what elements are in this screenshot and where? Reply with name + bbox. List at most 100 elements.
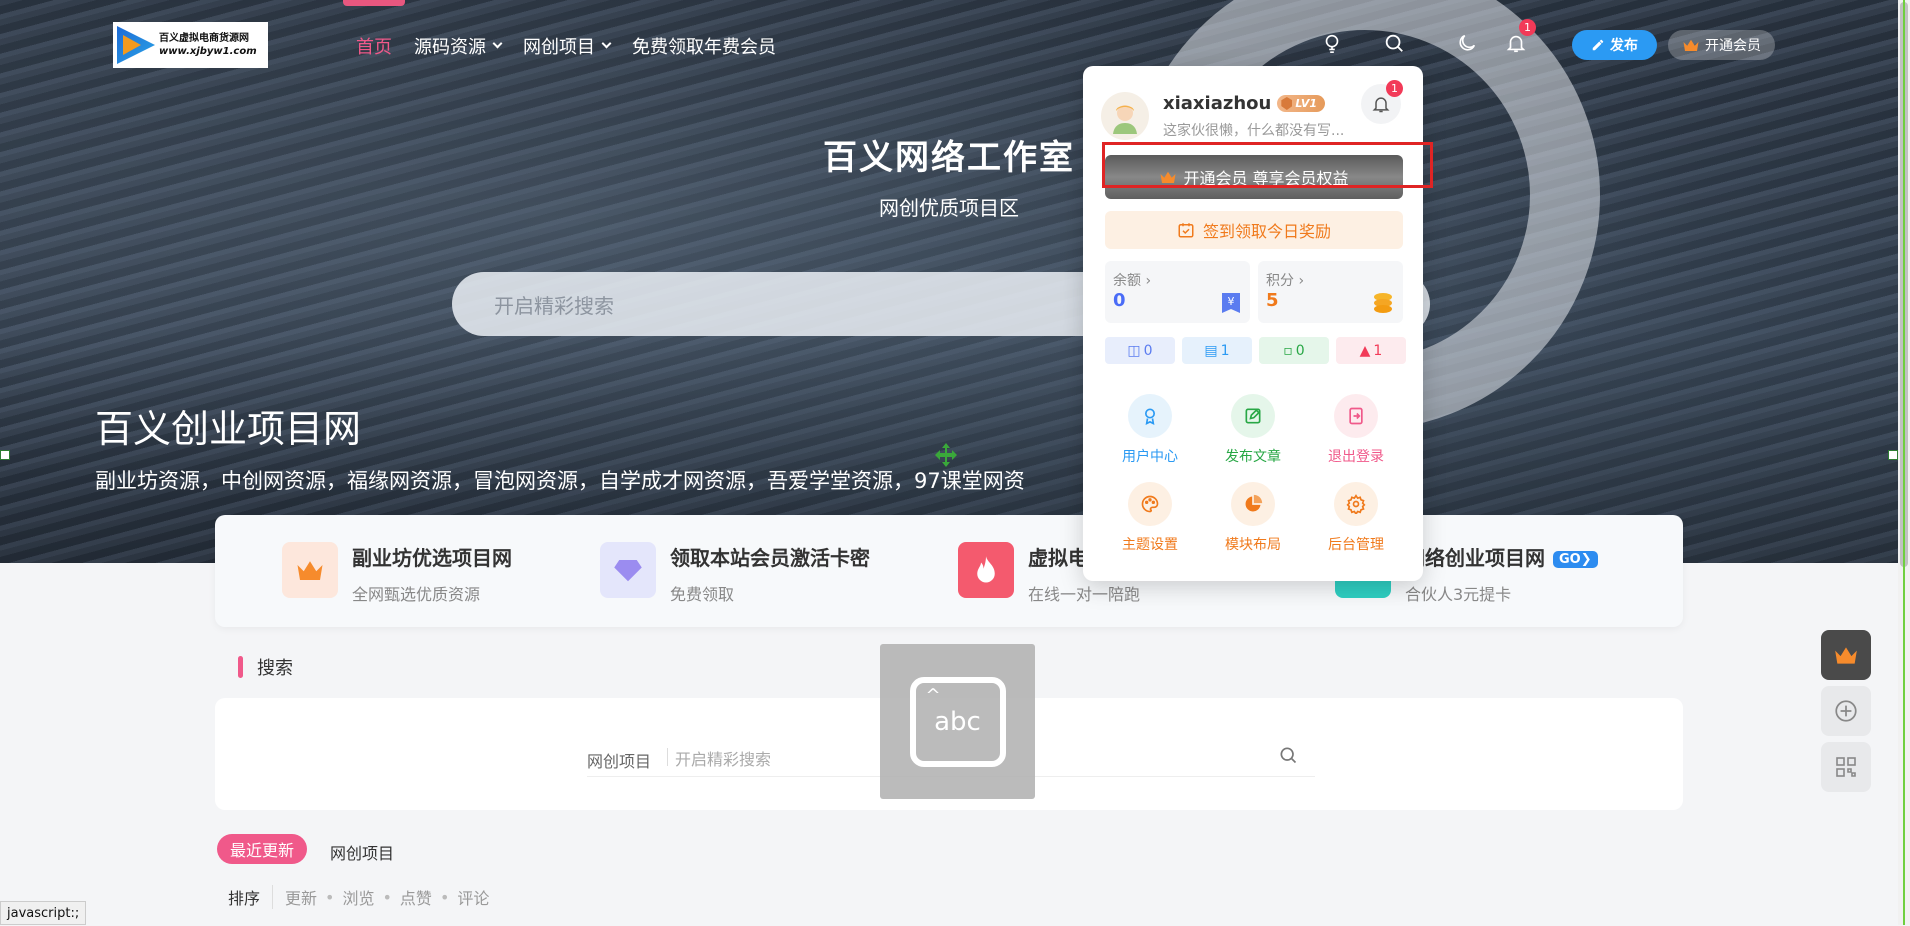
- crown-icon: [282, 542, 338, 598]
- hero-subtitle: 网创优质项目区: [879, 196, 1019, 220]
- comment-count[interactable]: ◫ 0: [1105, 337, 1175, 364]
- active-nav-indicator: [343, 0, 405, 6]
- search-icon[interactable]: [1278, 745, 1298, 765]
- feature-title: 网络创业项目网 GO ❯: [1405, 542, 1598, 571]
- fire-count[interactable]: ▲ 1: [1336, 337, 1406, 364]
- username[interactable]: xiaxiazhou LV1: [1163, 93, 1325, 114]
- input-method-overlay: ^ abc: [880, 644, 1035, 799]
- logo-name: 百义虚拟电商货源网: [159, 33, 249, 44]
- sort-label: 排序: [228, 885, 274, 909]
- notification-badge: 1: [1519, 19, 1536, 36]
- fire-icon: [958, 542, 1014, 598]
- search-icon[interactable]: [1383, 32, 1405, 58]
- points-value: 5: [1266, 290, 1279, 311]
- points-card[interactable]: 积分 › 5: [1258, 261, 1403, 323]
- nav-item-home[interactable]: 首页: [356, 33, 392, 59]
- pie-chart-icon: [1231, 482, 1275, 526]
- nav-item-source[interactable]: 源码资源: [414, 33, 503, 59]
- publish-button[interactable]: 发布: [1572, 30, 1657, 60]
- hero-heading: 百义创业项目网: [95, 407, 362, 451]
- feature-title: 领取本站会员激活卡密: [670, 546, 870, 570]
- feature-desc: 在线一对一陪跑: [1028, 585, 1141, 604]
- logo-mark-icon: [117, 26, 155, 64]
- message-count[interactable]: ▫ 0: [1259, 337, 1329, 364]
- feature-title: 副业坊优选项目网: [352, 546, 512, 570]
- logo-url: www.xjbyw1.com: [159, 46, 257, 57]
- highlight-box: [1102, 142, 1433, 188]
- resize-handle[interactable]: [1888, 450, 1898, 460]
- window-edge-line: [1903, 0, 1905, 925]
- svg-text:¥: ¥: [1228, 295, 1235, 308]
- bell-icon[interactable]: 1: [1505, 19, 1536, 58]
- avatar[interactable]: [1101, 92, 1149, 140]
- float-add-button[interactable]: [1821, 686, 1871, 736]
- tab-recent[interactable]: 最近更新: [217, 834, 308, 864]
- nav-item-free-vip[interactable]: 免费领取年费会员: [632, 33, 776, 59]
- site-logo[interactable]: 百义虚拟电商货源网 www.xjbyw1.com: [113, 22, 268, 68]
- palette-icon: [1128, 482, 1172, 526]
- float-vip-button[interactable]: [1821, 630, 1871, 680]
- user-dropdown-menu: xiaxiazhou LV1 这家伙很懒，什么都没有写... 1 开通会员 尊享…: [1083, 66, 1433, 581]
- level-badge: LV1: [1277, 95, 1325, 112]
- wallet-icon: ¥: [1222, 293, 1240, 313]
- resize-handle[interactable]: [0, 450, 10, 460]
- feature-card[interactable]: 领取本站会员激活卡密免费领取: [600, 542, 870, 605]
- sort-option[interactable]: 更新: [285, 885, 317, 909]
- feature-cards: 副业坊优选项目网 全网甄选优质资源 领取本站会员激活卡密 免费领取 虚拟电 在线一对一…: [215, 515, 1683, 627]
- feature-card[interactable]: 副业坊优选项目网全网甄选优质资源: [282, 542, 512, 605]
- diamond-icon: [600, 542, 656, 598]
- sort-option[interactable]: 点赞: [400, 885, 432, 909]
- checkin-button[interactable]: 签到领取今日奖励: [1105, 211, 1403, 249]
- sort-option[interactable]: 浏览: [342, 885, 374, 909]
- main-nav: 首页 源码资源 网创项目 免费领取年费会员: [356, 33, 798, 59]
- message-icon: ▫: [1283, 342, 1293, 359]
- feature-desc: 全网甄选优质资源: [352, 585, 481, 604]
- logout-action[interactable]: 退出登录: [1313, 394, 1399, 466]
- chevron-down-icon: [601, 38, 612, 49]
- browser-status-bar: javascript:;: [0, 901, 87, 925]
- hero-description: 副业坊资源，中创网资源，福缘网资源，冒泡网资源，自学成才网资源，吾爱学堂资源，9…: [95, 469, 1025, 493]
- balance-value: 0: [1113, 290, 1126, 311]
- article-count[interactable]: ▤ 1: [1182, 337, 1252, 364]
- divider: [667, 748, 668, 766]
- user-center-action[interactable]: 用户中心: [1107, 394, 1193, 466]
- balance-card[interactable]: 余额 › 0 ¥: [1105, 261, 1250, 323]
- edit-icon: [1231, 394, 1275, 438]
- section-title-search: 搜索: [238, 654, 293, 680]
- pencil-icon: [1592, 39, 1604, 51]
- balance-label: 余额 ›: [1113, 273, 1152, 289]
- lightbulb-icon[interactable]: [1321, 32, 1343, 58]
- fire-icon: ▲: [1359, 342, 1371, 359]
- dropdown-bell-button[interactable]: 1: [1361, 80, 1403, 124]
- nav-item-projects[interactable]: 网创项目: [523, 33, 612, 59]
- search-category-select[interactable]: 网创项目: [587, 748, 651, 772]
- vip-button[interactable]: 开通会员: [1668, 30, 1775, 60]
- plus-icon: [1835, 700, 1857, 722]
- module-layout-action[interactable]: 模块布局: [1210, 482, 1296, 554]
- article-icon: ▤: [1204, 342, 1218, 359]
- theme-settings-action[interactable]: 主题设置: [1107, 482, 1193, 554]
- float-qrcode-button[interactable]: [1821, 742, 1871, 792]
- publish-article-action[interactable]: 发布文章: [1210, 394, 1296, 466]
- keyboard-icon: ^ abc: [909, 676, 1006, 767]
- logout-icon: [1334, 394, 1378, 438]
- hero-title: 百义网络工作室: [823, 138, 1075, 178]
- notification-badge: 1: [1386, 80, 1403, 97]
- sort-option[interactable]: 评论: [457, 885, 489, 909]
- tab-projects[interactable]: 网创项目: [330, 840, 394, 864]
- feature-desc: 免费领取: [670, 585, 735, 604]
- coins-icon: [1374, 293, 1392, 313]
- crown-icon: [1683, 39, 1699, 51]
- crown-icon: [1835, 647, 1857, 664]
- comment-icon: ◫: [1127, 342, 1141, 359]
- sort-bar: 排序 更新 • 浏览 • 点赞 • 评论: [228, 885, 489, 909]
- go-badge[interactable]: GO ❯: [1553, 551, 1598, 568]
- feature-desc: 合伙人3元提卡: [1405, 585, 1512, 604]
- move-icon[interactable]: [933, 442, 959, 468]
- moon-icon[interactable]: [1456, 32, 1478, 58]
- user-center-icon: [1128, 394, 1172, 438]
- bell-icon: [1372, 97, 1390, 113]
- admin-action[interactable]: 后台管理: [1313, 482, 1399, 554]
- qrcode-icon: [1836, 757, 1856, 777]
- points-label: 积分 ›: [1266, 273, 1305, 289]
